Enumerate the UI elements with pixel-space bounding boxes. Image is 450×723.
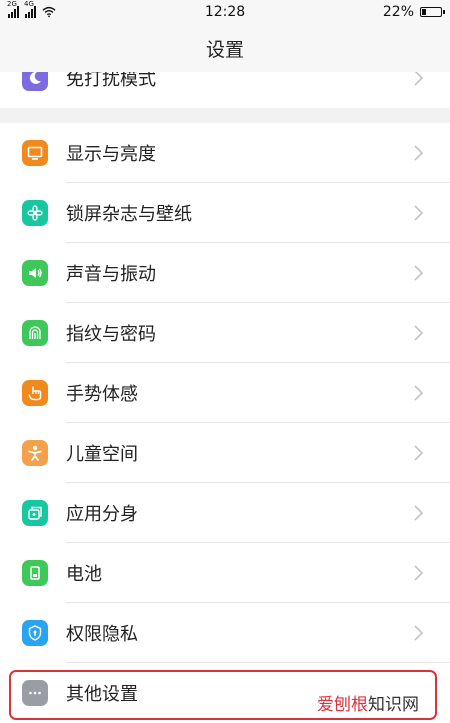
watermark: 爱刨根知识网 xyxy=(317,690,419,715)
sim1-signal-icon: 2G xyxy=(7,0,19,18)
settings-group-main: 显示与亮度 锁屏杂志与壁纸 声音与振动 指纹与密码 手势体感 儿童空间 应用分身… xyxy=(0,123,450,723)
settings-item-label: 锁屏杂志与壁纸 xyxy=(66,204,192,225)
chevron-right-icon xyxy=(408,503,428,523)
settings-item-label: 声音与振动 xyxy=(66,264,156,285)
settings-item-display[interactable]: 显示与亮度 xyxy=(0,123,450,183)
fingerprint-icon xyxy=(22,320,48,346)
chevron-right-icon xyxy=(408,203,428,223)
speaker-icon xyxy=(22,260,48,286)
status-bar: 2G 4G 12:28 22% xyxy=(0,0,450,24)
battery-icon xyxy=(420,7,445,17)
settings-item-gestures[interactable]: 手势体感 xyxy=(0,363,450,423)
watermark-brand: 爱刨根 xyxy=(317,695,368,715)
chevron-right-icon xyxy=(408,72,428,88)
shield-icon xyxy=(22,620,48,646)
watermark-suffix: 知识网 xyxy=(368,695,419,715)
settings-item-do-not-disturb[interactable]: 免打扰模式 xyxy=(0,72,450,108)
chevron-right-icon xyxy=(408,383,428,403)
clock: 12:28 xyxy=(204,4,246,20)
settings-item-label: 免打扰模式 xyxy=(66,72,156,90)
more-icon xyxy=(22,680,48,706)
settings-item-label: 应用分身 xyxy=(66,504,138,525)
settings-item-app-clone[interactable]: 应用分身 xyxy=(0,483,450,543)
moon-icon xyxy=(22,72,48,91)
battery-icon xyxy=(22,560,48,586)
chevron-right-icon xyxy=(408,443,428,463)
settings-item-label: 指纹与密码 xyxy=(66,324,156,345)
flower-icon xyxy=(22,200,48,226)
signal-group: 2G 4G xyxy=(7,0,56,18)
page-title: 设置 xyxy=(205,38,244,61)
settings-item-lockscreen-wallpaper[interactable]: 锁屏杂志与壁纸 xyxy=(0,183,450,243)
settings-item-label: 权限隐私 xyxy=(66,624,138,645)
page-title-bar: 设置 xyxy=(0,24,450,72)
settings-item-kids-space[interactable]: 儿童空间 xyxy=(0,423,450,483)
sim2-network-type: 4G xyxy=(24,0,34,8)
settings-item-battery[interactable]: 电池 xyxy=(0,543,450,603)
settings-item-label: 手势体感 xyxy=(66,384,138,405)
settings-item-permissions-privacy[interactable]: 权限隐私 xyxy=(0,603,450,663)
chevron-right-icon xyxy=(408,623,428,643)
settings-group-top: 免打扰模式 xyxy=(0,72,450,108)
sim1-network-type: 2G xyxy=(7,0,17,8)
battery-group: 22% xyxy=(382,4,445,20)
settings-item-label: 儿童空间 xyxy=(66,444,138,465)
child-icon xyxy=(22,440,48,466)
chevron-right-icon xyxy=(408,263,428,283)
wifi-icon xyxy=(42,6,56,18)
display-icon xyxy=(22,140,48,166)
chevron-right-icon xyxy=(408,323,428,343)
app-clone-icon xyxy=(22,500,48,526)
sim2-signal-icon: 4G xyxy=(24,0,36,18)
settings-item-sound-vibration[interactable]: 声音与振动 xyxy=(0,243,450,303)
chevron-right-icon xyxy=(408,143,428,163)
battery-percent: 22% xyxy=(382,4,414,20)
settings-item-label: 电池 xyxy=(66,564,102,585)
settings-item-label: 显示与亮度 xyxy=(66,144,156,165)
hand-icon xyxy=(22,380,48,406)
settings-item-fingerprint-password[interactable]: 指纹与密码 xyxy=(0,303,450,363)
chevron-right-icon xyxy=(408,563,428,583)
